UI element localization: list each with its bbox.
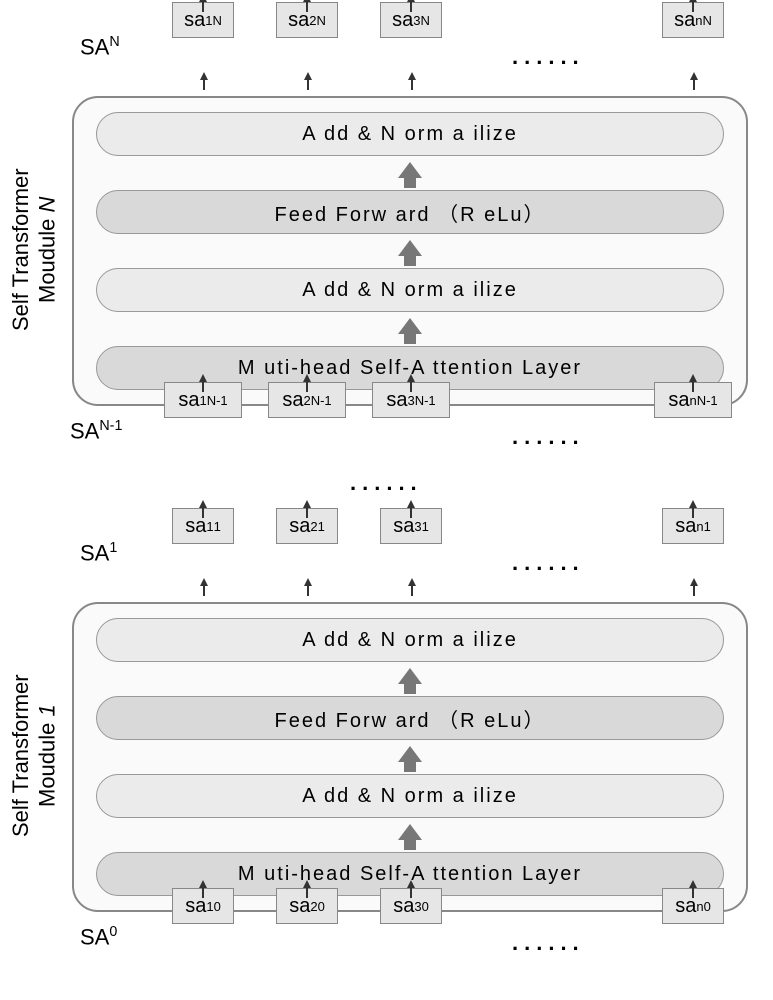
- arrow-up-icon: [408, 72, 416, 80]
- arrow-up-icon: [200, 72, 208, 80]
- arrow-up-icon: [407, 374, 415, 382]
- arrow-up-icon: [407, 500, 415, 508]
- layer-feed-forward: Feed Forw ard （R eLu）: [96, 696, 724, 740]
- arrow-up-icon: [199, 0, 207, 2]
- row-label-sa-nm1: SAN-1: [70, 418, 122, 444]
- row-label-sa-0: SA0: [80, 924, 117, 950]
- module-box-1: A dd & N orm a ilize Feed Forw ard （R eL…: [72, 602, 748, 912]
- arrow-up-icon: [690, 578, 698, 586]
- arrow-up-icon: [304, 578, 312, 586]
- layer-add-norm-mid: A dd & N orm a ilize: [96, 268, 724, 312]
- arrow-up-icon: [200, 578, 208, 586]
- row-label-sa-1: SA1: [80, 540, 117, 566]
- layer-add-norm-mid: A dd & N orm a ilize: [96, 774, 724, 818]
- dots: ......: [512, 44, 585, 70]
- arrow-up-icon: [408, 578, 416, 586]
- arrow-up-icon: [689, 374, 697, 382]
- layer-add-norm-top: A dd & N orm a ilize: [96, 112, 724, 156]
- arrow-up-icon: [690, 72, 698, 80]
- module-label-1: Self Transformer Moudule 1: [8, 616, 61, 896]
- arrow-up-icon: [689, 0, 697, 2]
- arrow-up-icon: [689, 880, 697, 888]
- module-box-n: A dd & N orm a ilize Feed Forw ard （R eL…: [72, 96, 748, 406]
- arrow-up-icon: [199, 880, 207, 888]
- arrow-up-icon: [407, 0, 415, 2]
- module-label-n: Self Transformer Moudule N: [8, 110, 61, 390]
- arrow-up-icon: [199, 500, 207, 508]
- row-label-sa-n: SAN: [80, 34, 120, 60]
- dots: ......: [512, 550, 585, 576]
- between-dots: ......: [350, 470, 423, 496]
- layer-feed-forward: Feed Forw ard （R eLu）: [96, 190, 724, 234]
- arrow-up-icon: [303, 880, 311, 888]
- arrow-up-icon: [303, 0, 311, 2]
- layer-add-norm-top: A dd & N orm a ilize: [96, 618, 724, 662]
- arrow-up-icon: [304, 72, 312, 80]
- arrow-up-icon: [199, 374, 207, 382]
- arrow-up-icon: [689, 500, 697, 508]
- arrow-up-icon: [407, 880, 415, 888]
- arrow-up-icon: [303, 374, 311, 382]
- arrow-up-icon: [303, 500, 311, 508]
- dots: ......: [512, 424, 585, 450]
- dots: ......: [512, 930, 585, 956]
